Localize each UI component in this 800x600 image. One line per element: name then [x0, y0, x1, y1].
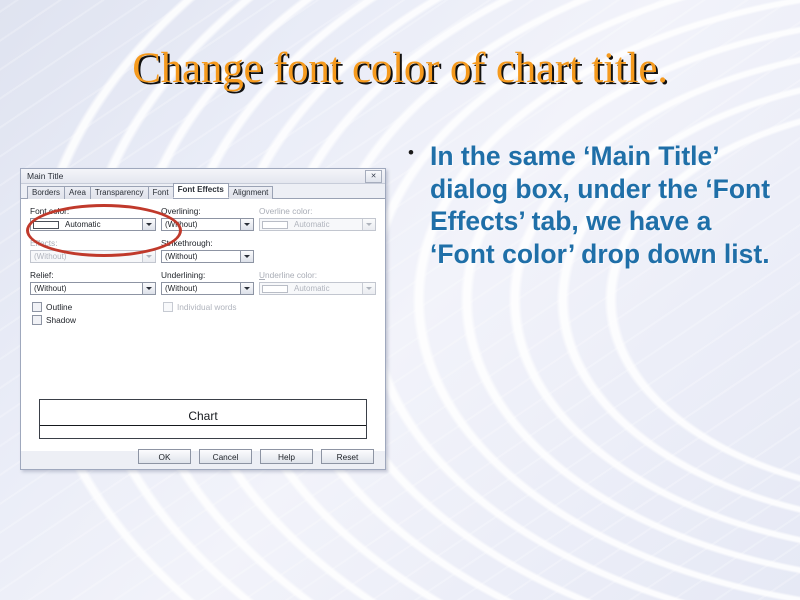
tab-area[interactable]: Area — [64, 186, 91, 199]
slide-title: Change font color of chart title. — [132, 45, 668, 92]
strikethrough-dropdown[interactable]: (Without) — [161, 250, 254, 263]
relief-label: Relief: — [30, 270, 54, 280]
font-preview-box: Chart — [39, 399, 367, 439]
underlining-value: (Without) — [165, 284, 198, 293]
underline-color-swatch — [262, 284, 288, 293]
effects-dropdown[interactable]: (Without) — [30, 250, 156, 263]
individual-words-checkbox-row[interactable]: Individual words — [163, 302, 254, 312]
shadow-label: Shadow — [46, 314, 76, 325]
underline-color-value: Automatic — [294, 284, 330, 293]
font-effects-column-middle: Overlining: (Without) Strikethrough: (Wi… — [156, 206, 254, 328]
help-button[interactable]: Help — [260, 449, 313, 464]
reset-button[interactable]: Reset — [321, 449, 374, 464]
overlining-value: (Without) — [165, 220, 198, 229]
dialog-button-bar: OK Cancel Help Reset — [21, 449, 385, 464]
chevron-down-icon[interactable] — [240, 251, 253, 262]
tab-borders[interactable]: Borders — [27, 186, 66, 199]
tab-transparency[interactable]: Transparency — [89, 186, 149, 199]
overline-color-swatch — [262, 220, 288, 229]
dialog-title-label: Main Title — [27, 171, 64, 181]
chevron-down-icon[interactable] — [362, 283, 375, 294]
chevron-down-icon[interactable] — [362, 219, 375, 230]
outline-label: Outline — [46, 301, 73, 312]
tab-font[interactable]: Font — [147, 186, 174, 199]
font-effects-column-right: Overline color: Automatic Underline colo… — [254, 206, 376, 328]
close-icon[interactable]: ✕ — [365, 169, 382, 183]
bullet-marker-icon: • — [408, 143, 414, 162]
overline-color-label: Overline color: — [259, 206, 313, 216]
slide-body-text: • In the same ‘Main Title’ dialog box, u… — [408, 140, 780, 270]
individual-words-label: Individual words — [177, 301, 237, 312]
overlining-label: Overlining: — [161, 206, 201, 216]
underlining-dropdown[interactable]: (Without) — [161, 282, 254, 295]
tab-alignment[interactable]: Alignment — [227, 186, 274, 199]
font-effects-panel: Font color: Automatic Effects: (Without)… — [21, 199, 385, 451]
effects-label: Effects: — [30, 238, 58, 248]
main-title-dialog: Main Title ✕ Borders Area Transparency F… — [20, 168, 386, 470]
strikethrough-value: (Without) — [165, 252, 198, 261]
relief-dropdown[interactable]: (Without) — [30, 282, 156, 295]
overline-color-value: Automatic — [294, 220, 330, 229]
tab-font-effects[interactable]: Font Effects — [172, 183, 229, 198]
preview-text: Chart — [188, 409, 218, 423]
overline-color-dropdown[interactable]: Automatic — [259, 218, 376, 231]
font-color-dropdown[interactable]: Automatic — [30, 218, 156, 231]
font-color-swatch — [33, 220, 59, 229]
shadow-checkbox[interactable] — [32, 315, 42, 325]
bullet-item-label: In the same ‘Main Title’ dialog box, und… — [430, 141, 771, 269]
slide-canvas: Change font color of chart title. • In t… — [0, 0, 800, 600]
underline-color-label: Underline color: — [259, 270, 318, 280]
chevron-down-icon[interactable] — [142, 283, 155, 294]
dialog-tabstrip: Borders Area Transparency Font Font Effe… — [21, 183, 385, 199]
relief-value: (Without) — [34, 284, 67, 293]
dialog-titlebar: Main Title ✕ — [21, 169, 385, 184]
individual-words-checkbox[interactable] — [163, 302, 173, 312]
underlining-label: Underlining: — [161, 270, 206, 280]
bullet-list-item: • In the same ‘Main Title’ dialog box, u… — [408, 140, 780, 270]
chevron-down-icon[interactable] — [240, 219, 253, 230]
ok-button[interactable]: OK — [138, 449, 191, 464]
effects-value: (Without) — [34, 252, 67, 261]
preview-baseline — [40, 425, 366, 426]
font-effects-column-left: Font color: Automatic Effects: (Without)… — [30, 206, 156, 328]
underline-color-dropdown[interactable]: Automatic — [259, 282, 376, 295]
overlining-dropdown[interactable]: (Without) — [161, 218, 254, 231]
font-color-label: Font color: — [30, 206, 70, 216]
font-color-value: Automatic — [65, 220, 101, 229]
chevron-down-icon[interactable] — [142, 219, 155, 230]
strikethrough-label: Strikethrough: — [161, 238, 213, 248]
outline-checkbox-row[interactable]: Outline — [32, 302, 156, 312]
chevron-down-icon[interactable] — [142, 251, 155, 262]
outline-checkbox[interactable] — [32, 302, 42, 312]
cancel-button[interactable]: Cancel — [199, 449, 252, 464]
chevron-down-icon[interactable] — [240, 283, 253, 294]
shadow-checkbox-row[interactable]: Shadow — [32, 315, 156, 325]
